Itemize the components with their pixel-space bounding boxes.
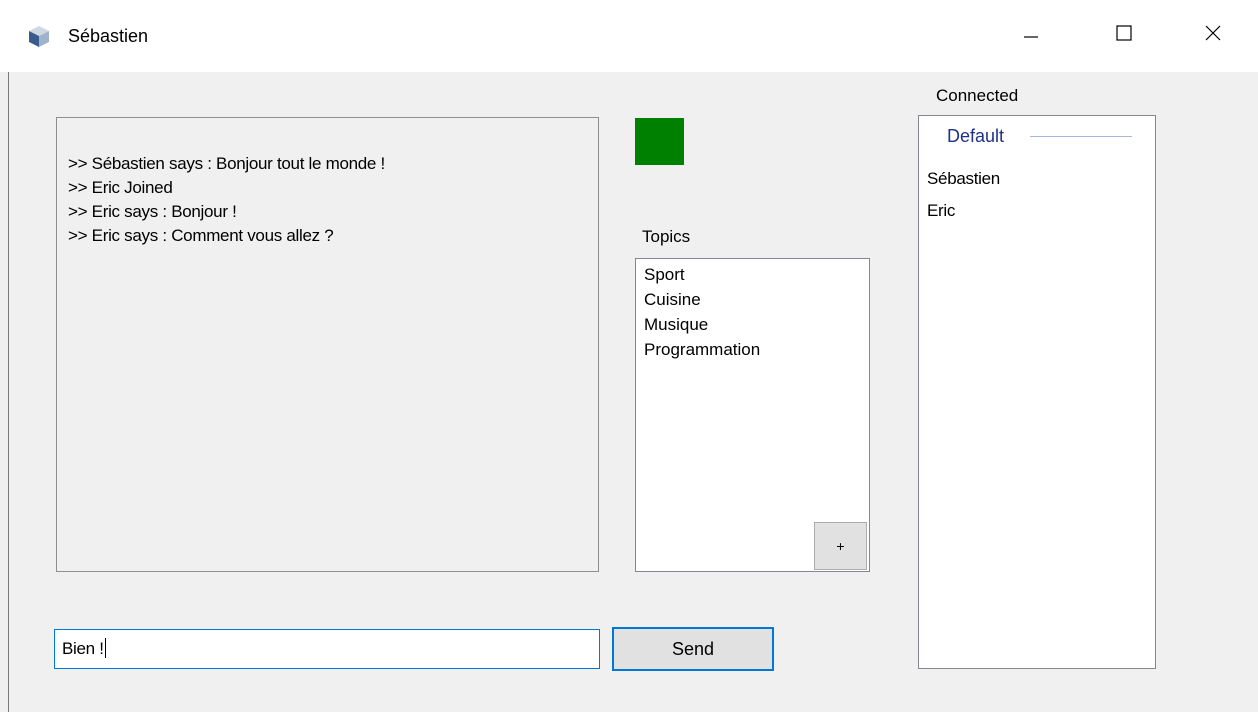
- window-title: Sébastien: [68, 26, 149, 46]
- user-item-eric[interactable]: Eric: [927, 201, 955, 221]
- connection-status-indicator: [635, 118, 684, 165]
- title-bar[interactable]: Sébastien: [0, 0, 1258, 72]
- main-window: Sébastien >> Sébastien says : Bonjour to…: [0, 0, 1258, 712]
- chat-message: >> Sébastien says : Bonjour tout le mond…: [68, 154, 385, 173]
- window-border: [8, 72, 9, 712]
- chat-message: >> Eric says : Comment vous allez ?: [68, 226, 334, 245]
- message-input-value: Bien !: [62, 639, 104, 658]
- add-topic-button[interactable]: +: [814, 522, 867, 570]
- topic-item-programmation[interactable]: Programmation: [644, 340, 760, 360]
- cube-icon: [27, 24, 51, 48]
- chat-message: >> Eric says : Bonjour !: [68, 202, 237, 221]
- close-icon: [1203, 23, 1223, 48]
- maximize-button[interactable]: [1101, 14, 1147, 56]
- topic-item-sport[interactable]: Sport: [644, 265, 685, 285]
- topic-item-musique[interactable]: Musique: [644, 315, 708, 335]
- topic-item-cuisine[interactable]: Cuisine: [644, 290, 701, 310]
- topics-label: Topics: [642, 227, 691, 246]
- group-header: Default: [947, 126, 1005, 146]
- minimize-icon: [1021, 23, 1041, 48]
- chat-log[interactable]: >> Sébastien says : Bonjour tout le mond…: [56, 117, 599, 572]
- send-button[interactable]: Send: [612, 627, 774, 671]
- text-caret: [104, 638, 106, 658]
- send-button-label: Send: [671, 638, 715, 659]
- group-divider: [1030, 136, 1132, 137]
- chat-message: >> Eric Joined: [68, 178, 173, 197]
- minimize-button[interactable]: [1008, 14, 1054, 56]
- user-item-sebastien[interactable]: Sébastien: [927, 169, 1000, 189]
- close-button[interactable]: [1190, 14, 1236, 56]
- maximize-icon: [1114, 23, 1134, 48]
- message-input[interactable]: Bien !: [54, 629, 600, 669]
- connected-users-list[interactable]: [918, 115, 1156, 669]
- connected-label: Connected: [936, 86, 1019, 105]
